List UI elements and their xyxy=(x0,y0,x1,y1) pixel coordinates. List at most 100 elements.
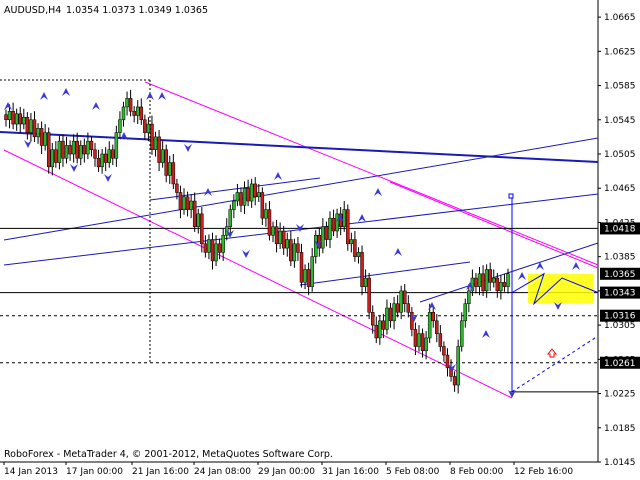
candle-body xyxy=(459,320,464,347)
price-tag: 1.0343 xyxy=(600,286,640,299)
candle-body xyxy=(32,119,37,138)
projection-node xyxy=(508,193,514,199)
candle-body xyxy=(342,209,346,227)
candle-body xyxy=(452,376,457,386)
candle-body xyxy=(356,252,361,257)
candle-body xyxy=(196,213,201,227)
chart-window[interactable]: 1.0665 1.0625 1.0585 1.0545 1.0505 1.0465 1.04… xyxy=(0,0,640,480)
candle-body xyxy=(370,312,375,326)
candle-body xyxy=(157,136,161,163)
time-tick-label: 21 Jan 16:00 xyxy=(132,467,189,477)
candle-body xyxy=(61,140,65,159)
candle[interactable] xyxy=(367,272,371,320)
candle-body xyxy=(289,239,293,262)
symbol-label: AUDUSD,H4 xyxy=(4,5,61,16)
price-tag-label: 1.0261 xyxy=(604,359,636,369)
price-tick-label: 1.0545 xyxy=(604,116,636,126)
candle-body xyxy=(57,140,62,163)
candle-body xyxy=(506,273,510,287)
candle-body xyxy=(82,145,87,155)
candle-body xyxy=(313,235,318,257)
candle-body xyxy=(214,243,218,262)
candle-body xyxy=(68,145,72,155)
candle-body xyxy=(274,226,279,245)
candle-body xyxy=(267,209,272,236)
candle-body xyxy=(128,98,133,112)
candle-body xyxy=(299,252,304,283)
price-tick-label: 1.0305 xyxy=(604,321,636,331)
time-tick-label: 14 Jan 2013 xyxy=(4,467,58,477)
candle-body xyxy=(374,324,379,339)
candle-body xyxy=(392,303,396,322)
time-tick-label: 24 Jan 08:00 xyxy=(194,467,251,477)
candle-body xyxy=(228,209,233,227)
candle-body xyxy=(192,200,197,227)
candle-body xyxy=(64,145,69,159)
price-tag-label: 1.0418 xyxy=(604,224,636,234)
candle-body xyxy=(399,290,403,313)
candle-body xyxy=(488,269,492,283)
candle-body xyxy=(438,333,443,347)
candle-body xyxy=(349,239,354,245)
price-tick-label: 1.0145 xyxy=(604,458,636,468)
candle-body xyxy=(86,140,90,155)
candle-body xyxy=(413,329,418,347)
price-tick-label: 1.0585 xyxy=(604,82,636,92)
candle-body xyxy=(367,277,371,313)
candle-body xyxy=(495,277,500,292)
candle-body xyxy=(388,307,393,322)
candle-body xyxy=(378,320,382,339)
candle-body xyxy=(242,187,247,206)
candle-body xyxy=(477,273,482,287)
price-tag-label: 1.0316 xyxy=(604,312,636,322)
candle-body xyxy=(257,192,261,198)
candle-body xyxy=(79,145,83,159)
candle-body xyxy=(36,128,40,138)
time-tick-label: 5 Feb 08:00 xyxy=(386,467,440,477)
candle-body xyxy=(121,106,126,121)
candle-body xyxy=(89,140,94,150)
candle-body xyxy=(25,116,30,133)
candle-body xyxy=(111,149,115,159)
price-tick-label: 1.0465 xyxy=(604,184,636,194)
candle-body xyxy=(246,187,250,202)
candle-body xyxy=(271,226,275,236)
candle-body xyxy=(445,354,450,369)
candle-body xyxy=(235,192,240,202)
candle-body xyxy=(335,213,339,232)
candle-body xyxy=(403,290,407,304)
candle-body xyxy=(132,110,136,116)
candle-body xyxy=(114,132,119,159)
candle-body xyxy=(217,243,222,253)
candle-body xyxy=(160,149,165,163)
candle[interactable] xyxy=(46,127,51,174)
candle-body xyxy=(185,196,190,210)
candle-body xyxy=(346,209,350,245)
price-chart[interactable]: 1.0665 1.0625 1.0585 1.0545 1.0505 1.0465 1.04… xyxy=(0,0,640,480)
candle-body xyxy=(7,110,12,121)
candle-body xyxy=(363,277,368,287)
price-tag-label: 1.0343 xyxy=(604,289,636,299)
candle-body xyxy=(260,192,265,219)
candle-body xyxy=(435,320,439,334)
candle-body xyxy=(406,303,411,313)
candle-body xyxy=(420,333,425,352)
price-tag: 1.0418 xyxy=(600,222,640,235)
candle-body xyxy=(182,196,186,210)
candle-body xyxy=(424,337,428,352)
candle-body xyxy=(249,183,254,202)
candle-body xyxy=(50,149,55,168)
candle-body xyxy=(210,239,215,262)
candle-body xyxy=(96,158,101,168)
candle-body xyxy=(427,312,432,339)
candle-body xyxy=(484,269,489,292)
time-tick-label: 17 Jan 00:00 xyxy=(66,467,123,477)
candle[interactable] xyxy=(346,204,350,251)
candle-body xyxy=(146,123,151,133)
candle-body xyxy=(71,140,76,155)
candle-body xyxy=(18,113,22,125)
candle-body xyxy=(100,153,104,168)
candle-body xyxy=(442,346,446,356)
candle-body xyxy=(125,98,129,108)
candle-body xyxy=(14,113,19,125)
